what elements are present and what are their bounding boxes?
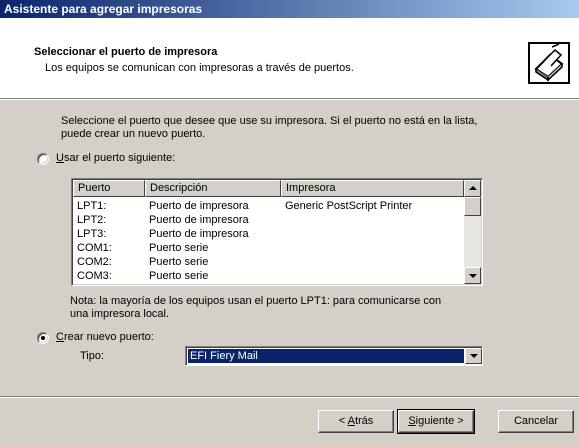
scroll-up-button[interactable] — [464, 180, 481, 197]
note-line2: una impresora local. — [70, 308, 170, 320]
radio-use-existing-port[interactable] — [37, 153, 49, 165]
ports-vertical-scrollbar[interactable] — [464, 180, 481, 284]
arrow-down-icon — [469, 274, 477, 278]
port-cell: LPT1: — [77, 200, 107, 212]
next-button[interactable]: Siguiente > — [397, 409, 475, 434]
printer-wizard-icon — [528, 42, 570, 84]
description-cell: Puerto serie — [149, 256, 209, 268]
column-header-printer[interactable]: Impresora — [281, 180, 464, 197]
port-cell: LPT3: — [77, 228, 107, 240]
description-cell: Puerto serie — [149, 270, 209, 282]
chevron-down-icon — [470, 354, 478, 358]
description-cell: Puerto de impresora — [149, 214, 249, 226]
instructions-line1: Seleccione el puerto que desee que use s… — [61, 115, 478, 127]
radio-use-existing-port-label[interactable]: Usar el puerto siguiente: — [56, 152, 175, 164]
scroll-down-button[interactable] — [464, 267, 481, 284]
radio-create-new-port[interactable] — [37, 332, 49, 344]
window-title: Asistente para agregar impresoras — [0, 0, 579, 18]
wizard-header: Seleccionar el puerto de impresora Los e… — [0, 18, 579, 99]
scrollbar-thumb[interactable] — [464, 197, 481, 216]
header-divider — [0, 99, 579, 100]
header-subtitle: Los equipos se comunican con impresoras … — [45, 62, 354, 74]
description-cell: Puerto de impresora — [149, 200, 249, 212]
column-header-description[interactable]: Descripción — [145, 180, 281, 197]
port-type-selected-value: EFI Fiery Mail — [188, 349, 464, 363]
port-cell: LPT2: — [77, 214, 107, 226]
port-cell: COM3: — [77, 270, 112, 282]
description-cell: Puerto serie — [149, 242, 209, 254]
radio-selected-dot — [41, 336, 45, 340]
printer-cell: Generic PostScript Printer — [285, 200, 413, 212]
radio-create-new-port-label[interactable]: Crear nuevo puerto: — [56, 331, 154, 343]
note-line1: Nota: la mayoría de los equipos usan el … — [70, 295, 442, 307]
back-button[interactable]: < Atrás — [318, 410, 394, 433]
ports-listview[interactable]: Puerto Descripción Impresora LPT1: Puert… — [71, 178, 483, 286]
description-cell: Puerto de impresora — [149, 228, 249, 240]
header-title: Seleccionar el puerto de impresora — [34, 46, 218, 58]
port-type-dropdown[interactable]: EFI Fiery Mail — [185, 346, 483, 366]
footer-divider-highlight — [0, 397, 579, 398]
port-cell: COM2: — [77, 256, 112, 268]
cancel-button[interactable]: Cancelar — [498, 410, 574, 433]
type-label: Tipo: — [80, 350, 105, 362]
column-header-port[interactable]: Puerto — [73, 180, 145, 197]
port-cell: COM1: — [77, 242, 112, 254]
dropdown-arrow-button[interactable] — [465, 348, 482, 364]
instructions-line2: puede crear un nuevo puerto. — [61, 128, 206, 140]
arrow-up-icon — [469, 186, 477, 190]
